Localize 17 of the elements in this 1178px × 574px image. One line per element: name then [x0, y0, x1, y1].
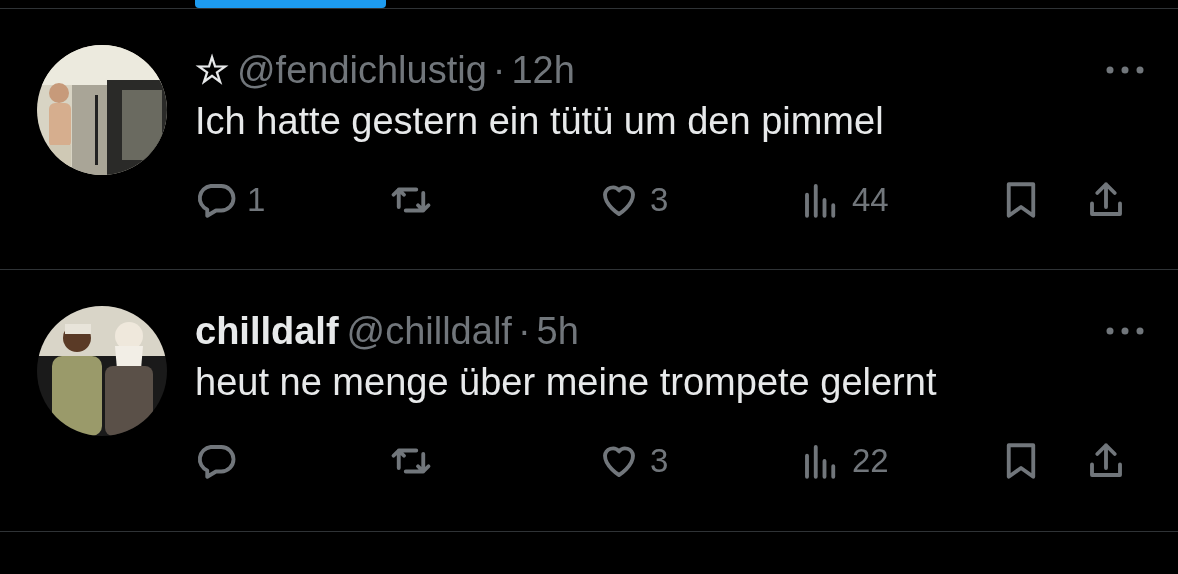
separator-dot: · [517, 309, 531, 353]
reply-count: 1 [247, 181, 266, 219]
display-name[interactable]: ☆ [195, 48, 229, 92]
separator-dot: · [492, 48, 506, 92]
display-name[interactable]: chilldalf [195, 309, 339, 353]
user-handle[interactable]: @chilldalf [346, 309, 512, 353]
like-count: 3 [650, 181, 669, 219]
post-time[interactable]: 12h [511, 48, 575, 92]
view-count: 44 [852, 181, 889, 219]
user-handle[interactable]: @fendichlustig [237, 48, 487, 92]
view-count: 22 [852, 442, 889, 480]
post-text: Ich hatte gestern ein tütü um den pimmel [195, 99, 885, 144]
post-time[interactable]: 5h [536, 309, 579, 353]
more-icon[interactable] [1105, 65, 1145, 75]
post-text: heut ne menge über meine trompete gelernt [195, 360, 938, 405]
more-icon[interactable] [1105, 326, 1145, 336]
like-count: 3 [650, 442, 669, 480]
